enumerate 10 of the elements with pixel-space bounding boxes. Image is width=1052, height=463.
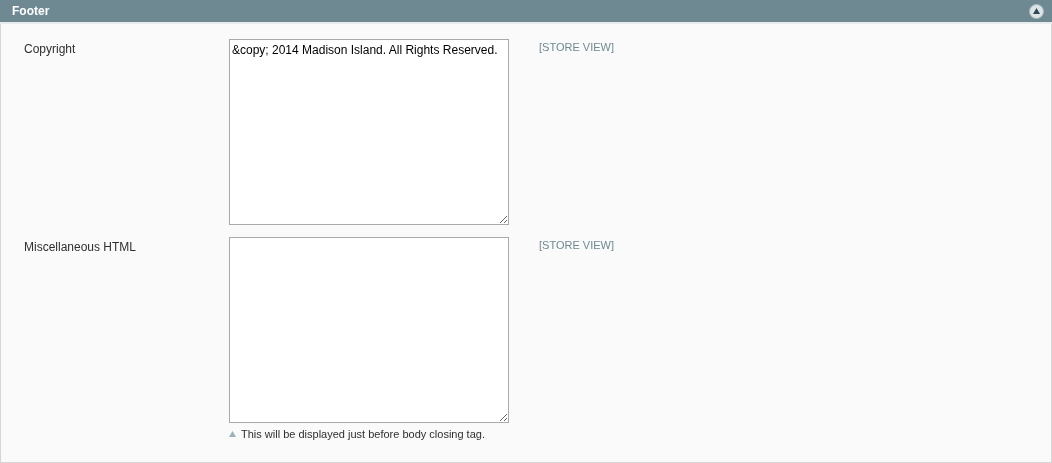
section-title: Footer (12, 4, 50, 18)
text-area[interactable]: &copy; 2014 Madison Island. All Rights Reserved. (229, 39, 509, 225)
triangle-icon (1033, 8, 1040, 14)
scope-label: [STORE VIEW] (539, 40, 614, 53)
scope-label: [STORE VIEW] (539, 238, 614, 251)
collapse-button[interactable] (1029, 3, 1044, 19)
triangle-icon (229, 431, 236, 437)
field-label: Copyright (23, 41, 77, 56)
field-note: This will be displayed just before body closing tag. (241, 428, 485, 440)
field-label: Miscellaneous HTML (23, 239, 138, 254)
